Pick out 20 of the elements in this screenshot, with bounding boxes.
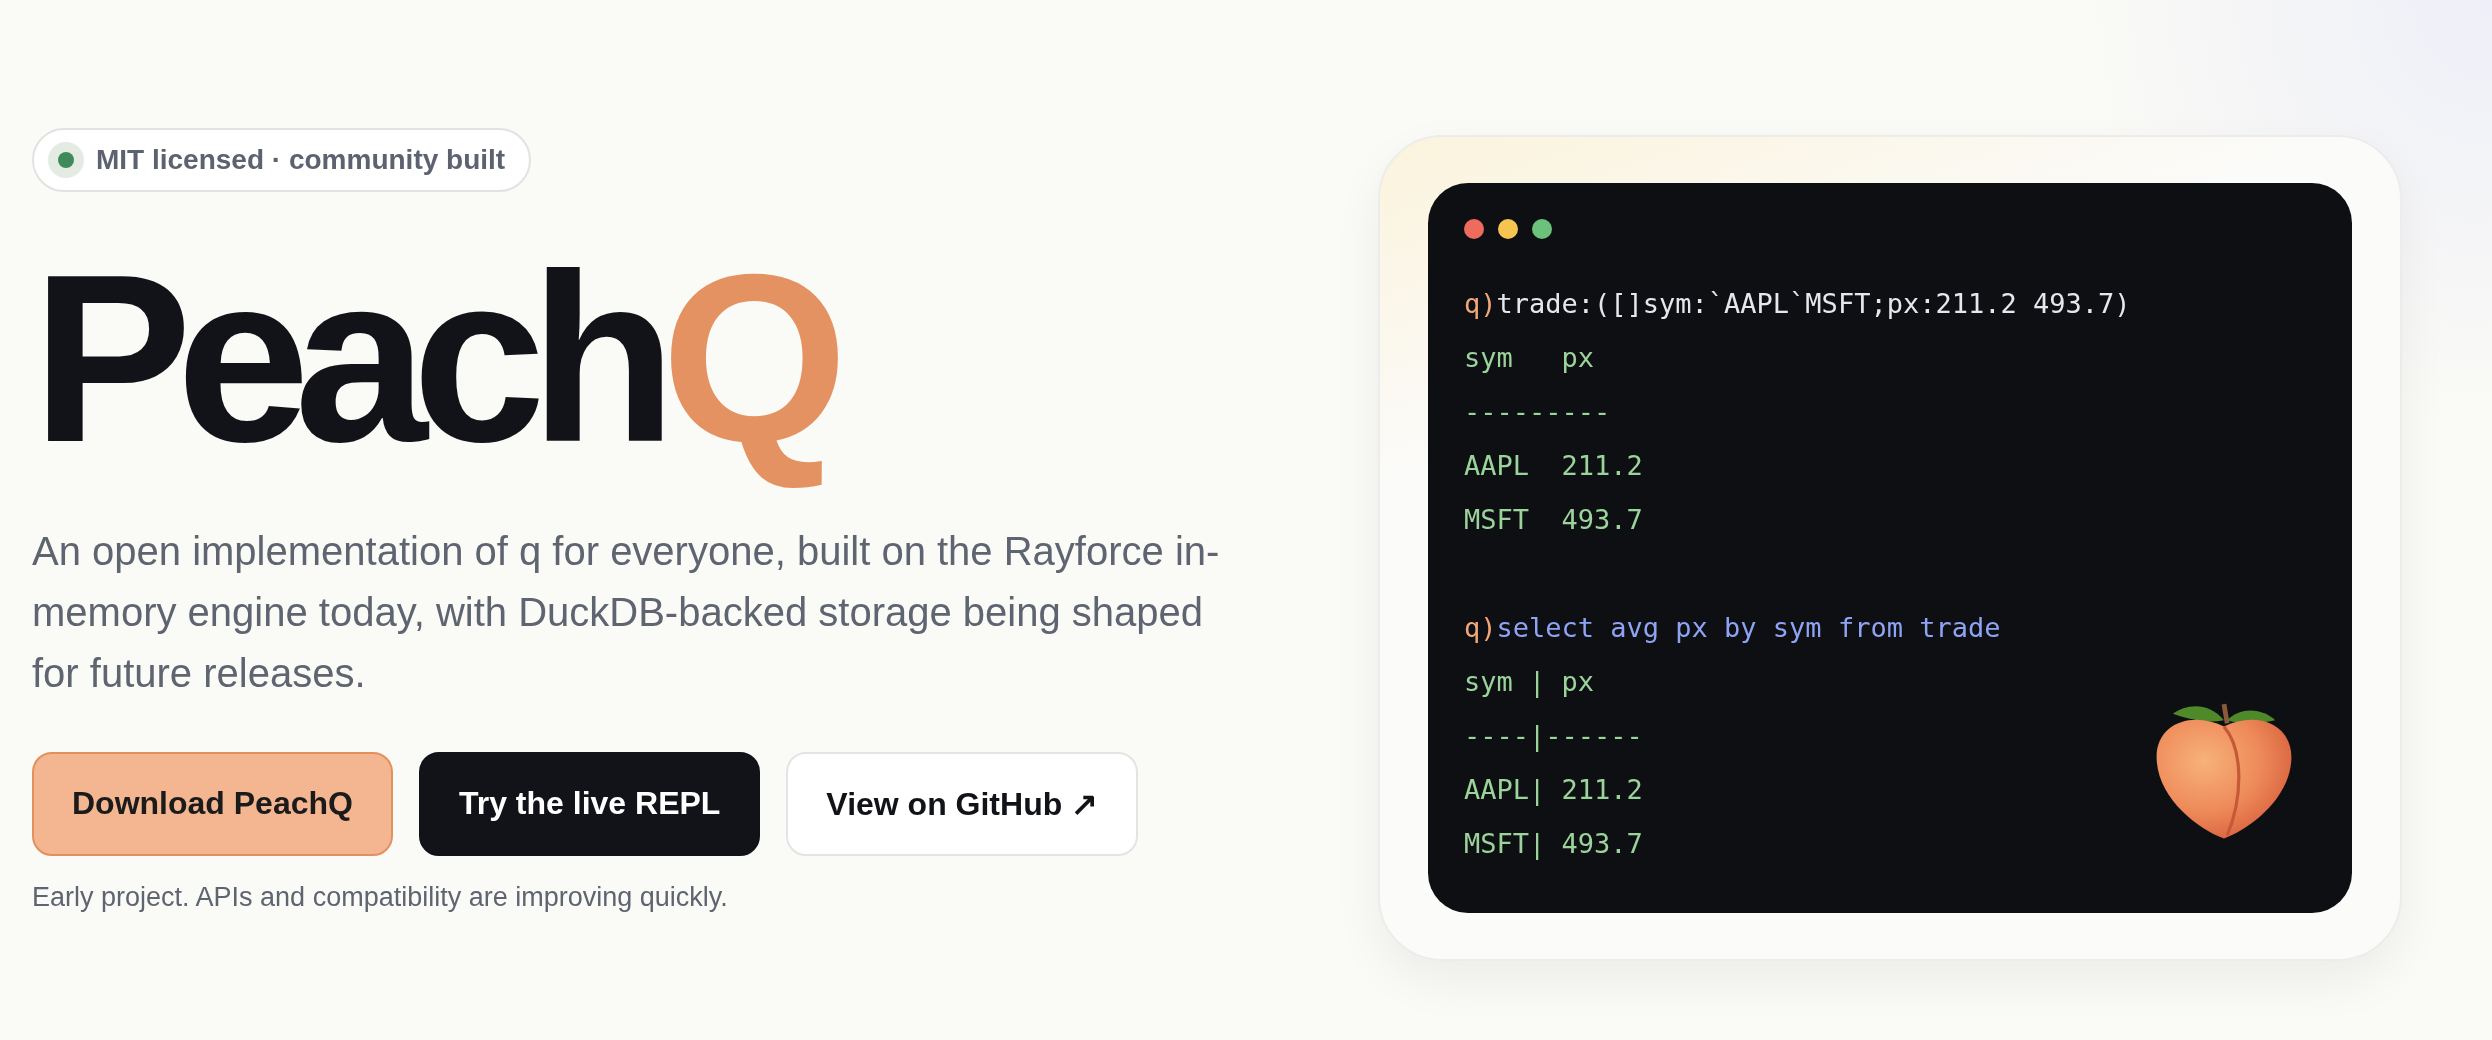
code-line: q)select avg px by sym from trade [1464,611,2002,645]
output-line: AAPL 211.2 [1464,449,1644,483]
output-line: ----|------ [1464,719,1644,754]
output-line: --------- [1464,395,1612,429]
output-line: MSFT 493.7 [1464,503,1644,537]
output-line: MSFT| 493.7 [1464,827,1644,862]
action-button[interactable]: Download PeachQ [32,751,393,856]
description-text: An open implementation of q for everyone, built on the Rayforce in-memory engine today, with DuckDB-backed storage being shaped for future releases. [32,527,1221,697]
output-line: AAPL| 211.2 [1464,773,1644,808]
maximize-dot-icon [1532,219,1552,239]
output-line: sym px [1464,341,1596,375]
code-line: q)trade:([]sym:`AAPL`MSFT;px:211.2 493.7) [1464,287,2132,321]
note-text: Early project. APIs and compatibility are improving quickly. [32,881,728,913]
badge-text: MIT licensed · community built [96,144,506,176]
action-button[interactable]: View on GitHub ↗ [786,751,1139,856]
close-dot-icon [1464,219,1484,239]
action-button[interactable]: Try the live REPL [418,751,761,856]
brand-title: PeachQ [32,223,849,494]
minimize-dot-icon [1498,219,1518,239]
output-line: sym | px [1464,665,1596,700]
